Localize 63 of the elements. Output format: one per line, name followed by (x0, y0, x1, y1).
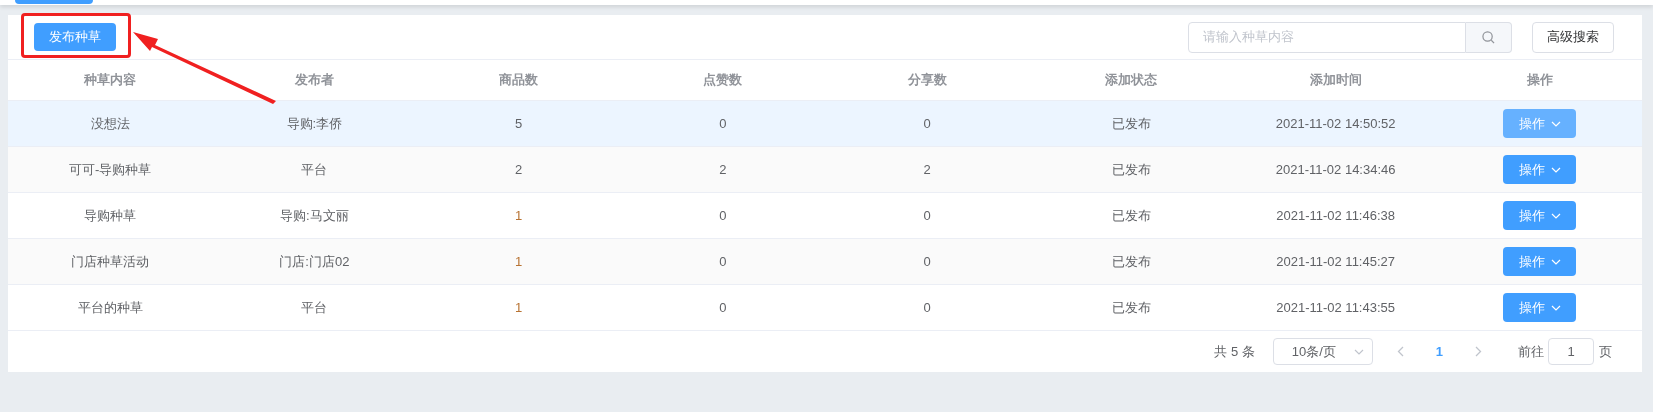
table-cell: 没想法 (90, 115, 130, 131)
table-row[interactable]: 没想法 导购:李侨 5 0 0 已发布 2021-11-02 14:50:52 操作 (8, 101, 1642, 147)
goto-label: 前往 (1518, 342, 1544, 361)
chevron-down-icon (1550, 120, 1561, 127)
chevron-down-icon (1550, 166, 1561, 173)
chevron-down-icon (1550, 258, 1561, 265)
table-row[interactable]: 门店种草活动 门店:门店02 1 0 0 已发布 2021-11-02 11:45:27 操作 (8, 239, 1642, 285)
table-cell: 0 (923, 299, 931, 315)
table-cell: 导购种草 (84, 207, 137, 223)
table-cell: 0 (923, 207, 931, 223)
table-cell: 1 (515, 253, 523, 269)
column-header: 商品数 (499, 72, 539, 88)
search-icon (1482, 30, 1495, 44)
page-size-select[interactable]: 10条/页 (1272, 338, 1373, 365)
table-cell: 2021-11-02 11:45:27 (1276, 253, 1395, 269)
table-cell: 0 (719, 115, 727, 131)
table-cell: 已发布 (1111, 115, 1151, 131)
table-cell: 2 (923, 161, 931, 177)
table-cell: 2 (515, 161, 523, 177)
table-cell: 1 (515, 299, 523, 315)
column-header: 种草内容 (84, 72, 137, 88)
table-cell: 2021-11-02 14:34:46 (1275, 161, 1396, 177)
table-cell: 平台的种草 (77, 299, 143, 315)
column-header: 发布者 (294, 72, 334, 88)
table-cell: 0 (923, 253, 931, 269)
goto-page-field[interactable]: 1 (1548, 338, 1594, 365)
chevron-down-icon (1550, 304, 1561, 311)
table-cell: 可可-导购种草 (68, 161, 152, 177)
table-cell: 1 (515, 207, 523, 223)
advanced-search-button[interactable]: 高级搜索 (1532, 21, 1614, 53)
column-header: 点赞数 (703, 72, 743, 88)
table-cell: 已发布 (1111, 161, 1151, 177)
column-header: 操作 (1526, 72, 1553, 88)
previous-page-icon[interactable] (1396, 346, 1404, 357)
table-cell: 2021-11-02 11:43:55 (1276, 299, 1395, 315)
table-row[interactable]: 可可-导购种草 平台 2 2 2 已发布 2021-11-02 14:34:46 操作 (8, 147, 1642, 193)
next-page-icon[interactable] (1475, 346, 1482, 357)
table-cell: 0 (719, 299, 727, 315)
page-suffix: 页 (1599, 342, 1612, 361)
table-cell: 导购:马文丽 (280, 207, 349, 223)
table-cell: 2021-11-02 11:46:38 (1276, 207, 1395, 223)
table-cell: 已发布 (1111, 207, 1151, 223)
search-field[interactable]: 请输入种草内容 (1188, 21, 1466, 53)
column-header: 分享数 (907, 72, 947, 88)
table-cell: 0 (719, 207, 727, 223)
table-cell: 平台 (301, 161, 328, 177)
search-button[interactable] (1466, 21, 1512, 53)
table-cell: 门店:门店02 (279, 253, 350, 269)
table-cell: 2 (719, 161, 727, 177)
table-cell: 已发布 (1111, 299, 1151, 315)
table-cell: 已发布 (1111, 253, 1151, 269)
column-header: 添加时间 (1309, 72, 1362, 88)
total-count: 共 5 条 (1214, 342, 1255, 361)
table-cell: 导购:李侨 (286, 115, 343, 131)
table-cell: 平台 (301, 299, 328, 315)
table-cell: 门店种草活动 (71, 253, 150, 269)
table-cell: 5 (515, 115, 523, 131)
table-cell: 0 (923, 115, 931, 131)
table-cell: 2021-11-02 14:50:52 (1275, 115, 1396, 131)
column-header: 添加状态 (1105, 72, 1158, 88)
table-cell: 0 (719, 253, 727, 269)
chevron-down-icon (1353, 348, 1364, 355)
chevron-down-icon (1550, 212, 1561, 219)
